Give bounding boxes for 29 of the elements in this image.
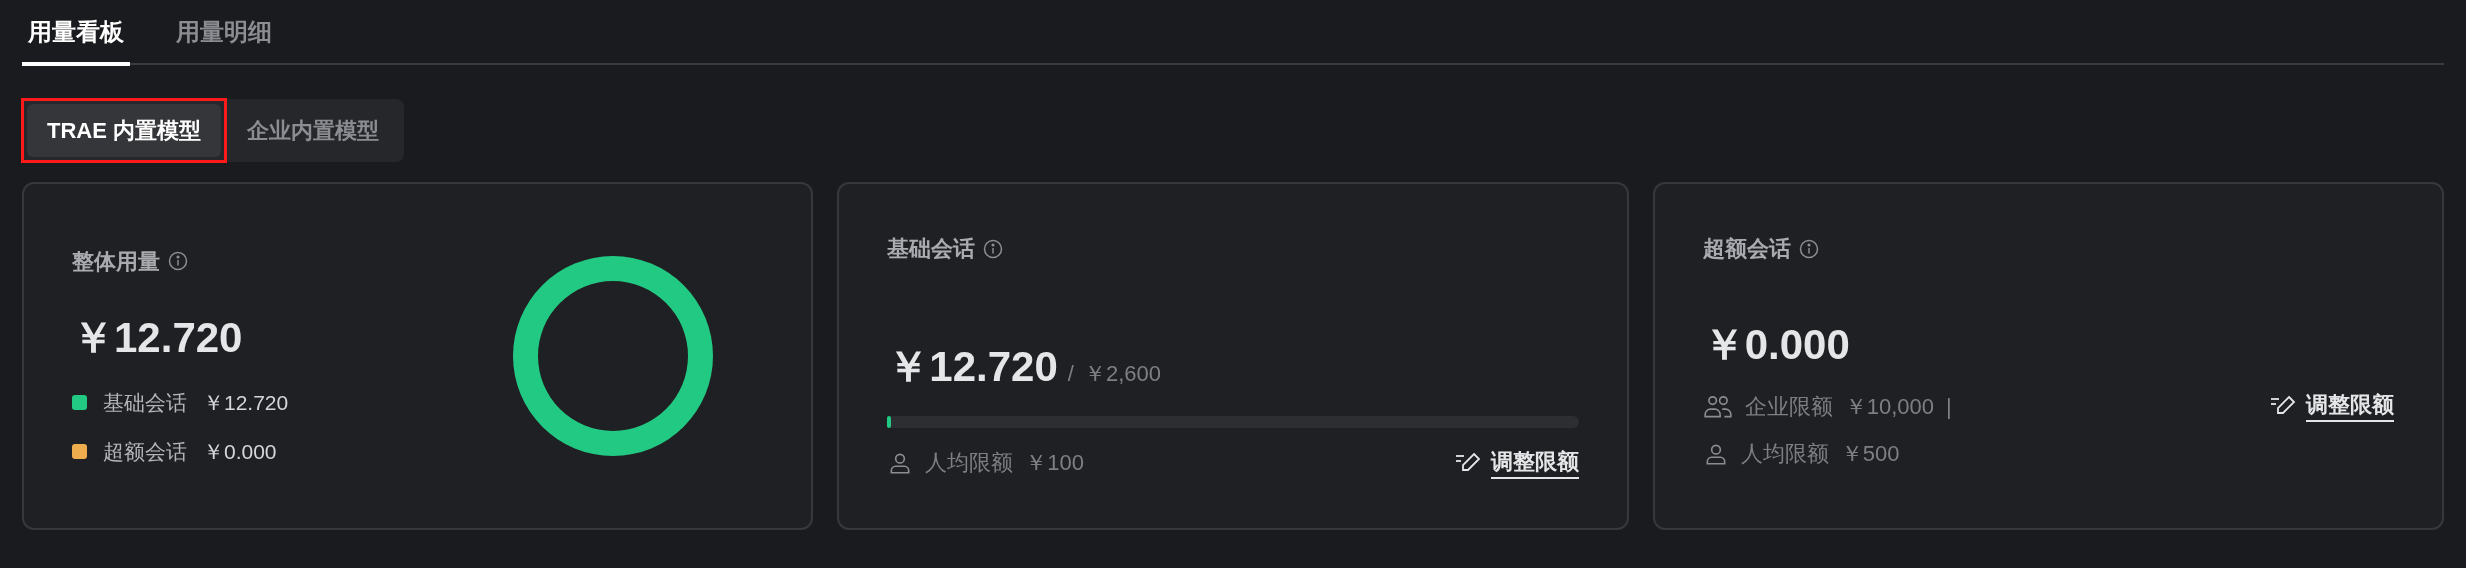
quota-value: ￥500 bbox=[1840, 440, 1900, 468]
card-title: 超额会话 bbox=[1702, 235, 1791, 263]
people-icon bbox=[1702, 393, 1733, 420]
amount: ￥0.000 bbox=[1702, 320, 1851, 370]
amount: ￥12.720 bbox=[887, 342, 1058, 392]
legend-value: ￥12.720 bbox=[203, 389, 289, 416]
info-icon bbox=[1798, 238, 1819, 259]
adjust-limit-button[interactable]: 调整限额 bbox=[2270, 390, 2394, 422]
legend-value: ￥0.000 bbox=[203, 439, 277, 465]
tab[interactable]: 用量明细 bbox=[170, 14, 278, 66]
segment-tab[interactable]: 企业内置模型 bbox=[227, 104, 399, 157]
quota-label: 人均限额 bbox=[925, 449, 1014, 477]
info-icon bbox=[983, 238, 1004, 259]
limit-amount: ￥2,600 bbox=[1083, 360, 1161, 388]
separator: / bbox=[1067, 360, 1074, 388]
quota-value: ￥100 bbox=[1025, 449, 1085, 477]
amount: ￥12.720 bbox=[72, 312, 244, 363]
legend-label: 基础会话 bbox=[103, 389, 187, 416]
quota-value: ￥10,000 bbox=[1844, 393, 1934, 421]
tab[interactable]: 用量看板 bbox=[22, 14, 130, 66]
divider-mark: | bbox=[1945, 393, 1952, 421]
info-icon bbox=[168, 251, 188, 271]
adjust-limit-button[interactable]: 调整限额 bbox=[1454, 446, 1579, 479]
segment-tab[interactable]: TRAE 内置模型 bbox=[27, 104, 221, 157]
card-title: 整体用量 bbox=[72, 247, 160, 276]
quota-label: 企业限额 bbox=[1744, 393, 1833, 421]
legend-label: 超额会话 bbox=[103, 439, 187, 465]
card-title: 基础会话 bbox=[887, 235, 976, 263]
quota-label: 人均限额 bbox=[1740, 440, 1829, 468]
